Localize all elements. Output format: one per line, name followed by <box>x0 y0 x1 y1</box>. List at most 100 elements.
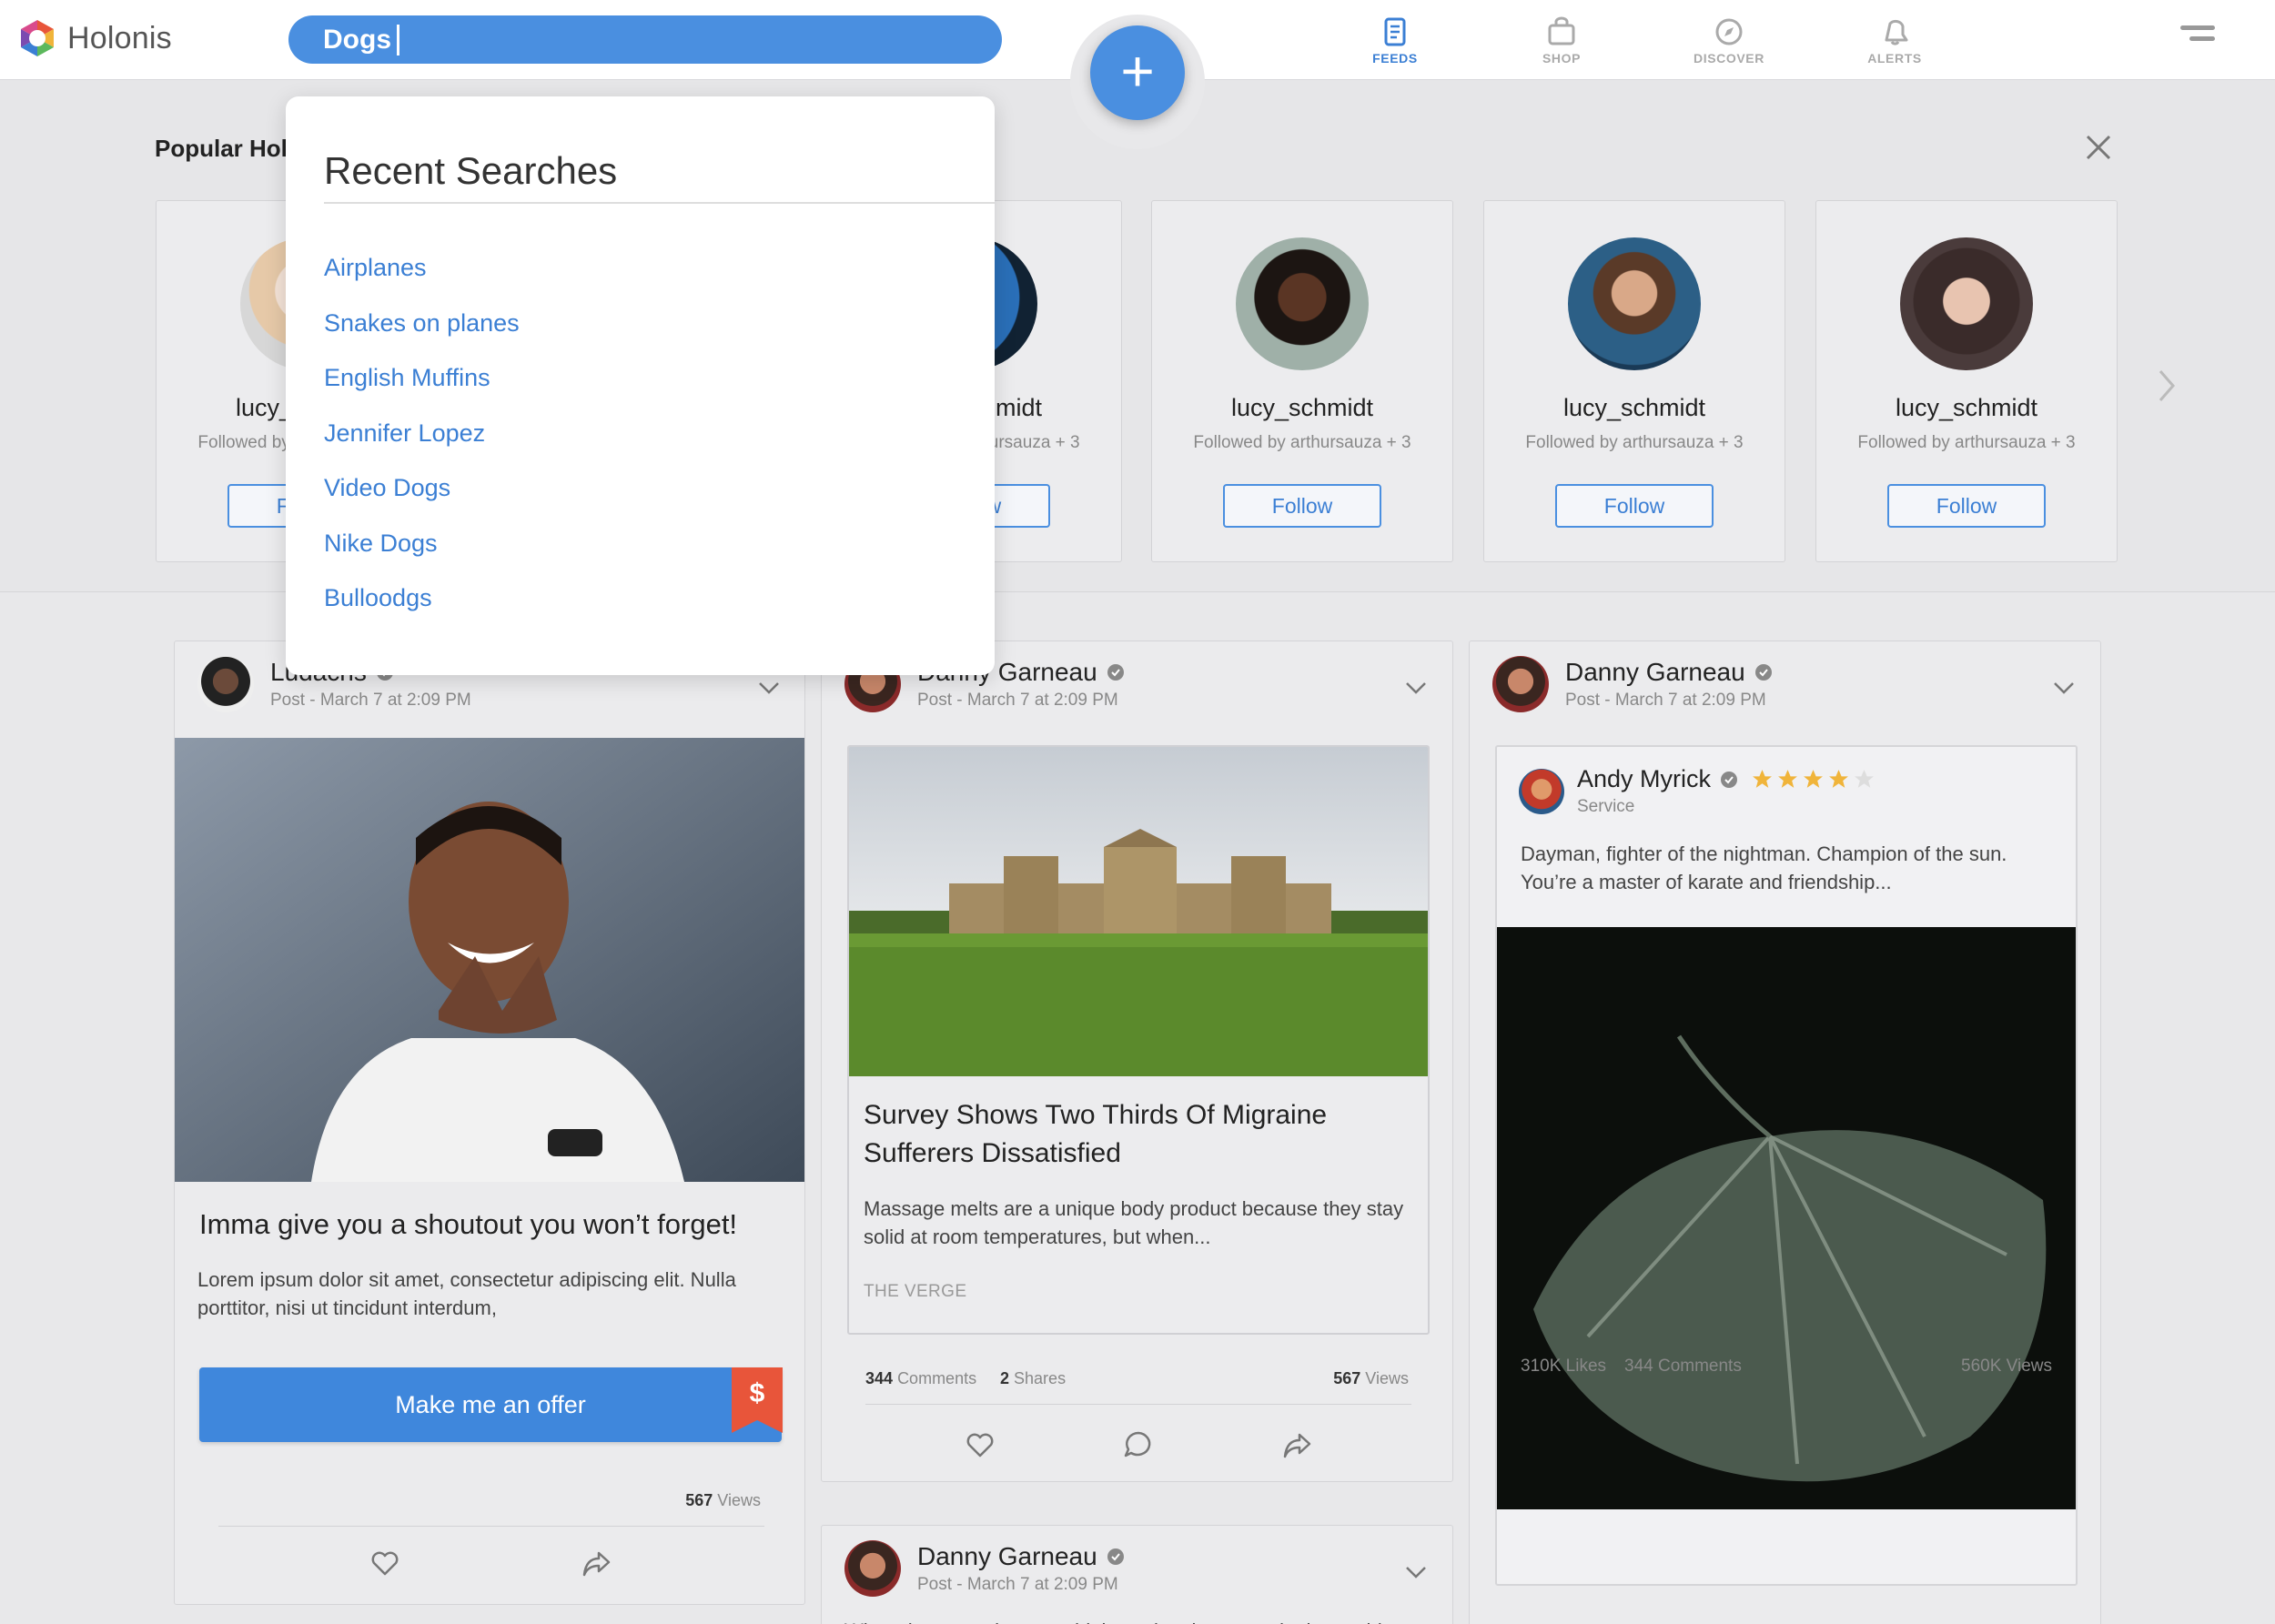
recent-search-item[interactable]: English Muffins <box>324 359 520 415</box>
post-meta: Post - March 7 at 2:09 PM <box>270 691 471 710</box>
feed-post-card: Danny Garneau Post - March 7 at 2:09 PM … <box>821 1525 1453 1624</box>
close-icon[interactable] <box>2084 133 2113 162</box>
heart-icon[interactable] <box>369 1548 400 1579</box>
post-meta: Post - March 7 at 2:09 PM <box>917 1575 1118 1594</box>
post-meta: Post - March 7 at 2:09 PM <box>917 691 1118 710</box>
author-avatar[interactable] <box>844 1540 901 1597</box>
chevron-down-icon[interactable] <box>1405 1566 1427 1579</box>
recent-search-item[interactable]: Nike Dogs <box>324 525 520 580</box>
reviewer-avatar[interactable] <box>1519 768 1564 814</box>
followed-by: Followed by arthursauza + 3 <box>1857 433 2076 452</box>
make-offer-button[interactable]: Make me an offer $ <box>199 1367 783 1442</box>
search-input[interactable]: Dogs <box>288 15 1002 64</box>
nav-shop-label: SHOP <box>1542 51 1582 66</box>
user-card: lucy_schmidt Followed by arthursauza + 3… <box>1815 200 2118 562</box>
verified-icon <box>1721 771 1738 788</box>
star-rating <box>1751 768 1878 791</box>
post-header: Danny Garneau Post - March 7 at 2:09 PM <box>844 1540 1125 1597</box>
nav-discover[interactable]: DISCOVER <box>1679 16 1779 66</box>
recent-search-item[interactable]: Video Dogs <box>324 469 520 525</box>
recent-search-item[interactable]: Bulloodgs <box>324 580 520 635</box>
star-filled-icon <box>1778 770 1797 788</box>
price-tag-icon: $ <box>732 1367 783 1433</box>
chevron-down-icon[interactable] <box>758 681 780 694</box>
post-meta: Post - March 7 at 2:09 PM <box>1565 691 1766 710</box>
portrait-photo <box>175 738 804 1182</box>
star-filled-icon <box>1804 770 1823 788</box>
divider <box>865 1404 1411 1405</box>
divider <box>324 202 995 204</box>
feeds-icon <box>1384 17 1406 46</box>
author-name[interactable]: Danny Garneau <box>917 1542 1125 1571</box>
post-views: 567 Views <box>1333 1369 1409 1387</box>
post-title: Imma give you a shoutout you won’t forge… <box>199 1208 738 1240</box>
avatar[interactable] <box>1236 237 1369 370</box>
recent-searches-dropdown: Recent Searches Airplanes Snakes on plan… <box>286 96 995 675</box>
author-avatar[interactable] <box>197 656 254 712</box>
nav-alerts[interactable]: ALERTS <box>1845 16 1945 66</box>
article-title: Survey Shows Two Thirds Of Migraine Suff… <box>864 1100 1328 1168</box>
chevron-right-icon[interactable] <box>2155 368 2179 404</box>
user-name[interactable]: lucy_schmidt <box>1152 394 1452 422</box>
review-header: Andy Myrick Service <box>1519 765 1878 817</box>
author-avatar[interactable] <box>1492 656 1549 712</box>
user-name[interactable]: lucy_schmidt <box>1484 394 1785 422</box>
review-category: Service <box>1577 797 1635 816</box>
offer-label: Make me an offer <box>395 1391 586 1418</box>
author-name[interactable]: Danny Garneau <box>1565 658 1773 687</box>
nav-feeds-label: FEEDS <box>1372 51 1418 66</box>
recent-searches-title: Recent Searches <box>324 149 618 192</box>
recent-search-item[interactable]: Jennifer Lopez <box>324 415 520 470</box>
star-filled-icon <box>1753 770 1772 788</box>
post-image[interactable] <box>175 738 804 1182</box>
create-post-button[interactable]: + <box>1090 25 1185 120</box>
follow-button[interactable]: Follow <box>1887 484 2046 528</box>
star-empty-icon <box>1855 770 1874 788</box>
recent-search-item[interactable]: Airplanes <box>324 249 520 305</box>
post-comments-count: 344 Comments <box>865 1369 977 1387</box>
logo[interactable]: Holonis <box>18 18 172 58</box>
user-card: lucy_schmidt Followed by arthursauza + 3… <box>1483 200 1785 562</box>
article-preview[interactable]: Survey Shows Two Thirds Of Migraine Suff… <box>847 745 1430 1335</box>
comment-icon[interactable] <box>1123 1429 1154 1460</box>
avatar[interactable] <box>1900 237 2033 370</box>
post-header: Danny Garneau Post - March 7 at 2:09 PM <box>1492 656 1773 712</box>
chevron-down-icon[interactable] <box>1405 681 1427 694</box>
article-body: Massage melts are a unique body product … <box>864 1197 1404 1248</box>
review-text: Dayman, fighter of the nightman. Champio… <box>1521 842 2007 893</box>
followed-by: Followed by arthursauza + 3 <box>1525 433 1744 452</box>
verified-icon <box>1107 664 1124 681</box>
shop-icon <box>1548 16 1575 45</box>
post-views: 567 Views <box>685 1491 761 1509</box>
followed-by: Followed by arthursauza + 3 <box>1193 433 1411 452</box>
text-caret <box>397 24 399 55</box>
review-views: 560K Views <box>1961 1357 2052 1376</box>
review-card[interactable]: Andy Myrick Service Dayman, fighter of t… <box>1495 745 2078 1586</box>
recent-search-item[interactable]: Snakes on planes <box>324 305 520 360</box>
recent-searches-list: Airplanes Snakes on planes English Muffi… <box>324 249 520 635</box>
discover-icon <box>1715 18 1743 45</box>
user-name[interactable]: lucy_schmidt <box>1816 394 2117 422</box>
star-filled-icon <box>1829 770 1848 788</box>
follow-button[interactable]: Follow <box>1555 484 1714 528</box>
chevron-down-icon[interactable] <box>2053 681 2075 694</box>
share-icon[interactable] <box>581 1548 612 1579</box>
user-card: lucy_schmidt Followed by arthursauza + 3… <box>1151 200 1453 562</box>
feed-post-card: Danny Garneau Post - March 7 at 2:09 PM … <box>821 641 1453 1482</box>
alerts-icon <box>1885 19 1908 45</box>
nav-alerts-label: ALERTS <box>1867 51 1922 66</box>
share-icon[interactable] <box>1281 1429 1312 1460</box>
article-source: THE VERGE <box>864 1282 967 1301</box>
verified-icon <box>1107 1548 1124 1565</box>
reviewer-name[interactable]: Andy Myrick <box>1577 765 1878 793</box>
heart-icon[interactable] <box>965 1429 996 1460</box>
nav-shop[interactable]: SHOP <box>1512 16 1612 66</box>
nav-feeds[interactable]: FEEDS <box>1345 16 1445 66</box>
avatar[interactable] <box>1568 237 1701 370</box>
follow-button[interactable]: Follow <box>1223 484 1381 528</box>
menu-icon[interactable] <box>2180 25 2215 53</box>
nav-discover-label: DISCOVER <box>1694 51 1764 66</box>
post-body: Lorem ipsum dolor sit amet, consectetur … <box>197 1268 736 1319</box>
post-body: When the seventh most widely spoken lang… <box>844 1617 1427 1624</box>
price-symbol: $ <box>750 1378 765 1408</box>
